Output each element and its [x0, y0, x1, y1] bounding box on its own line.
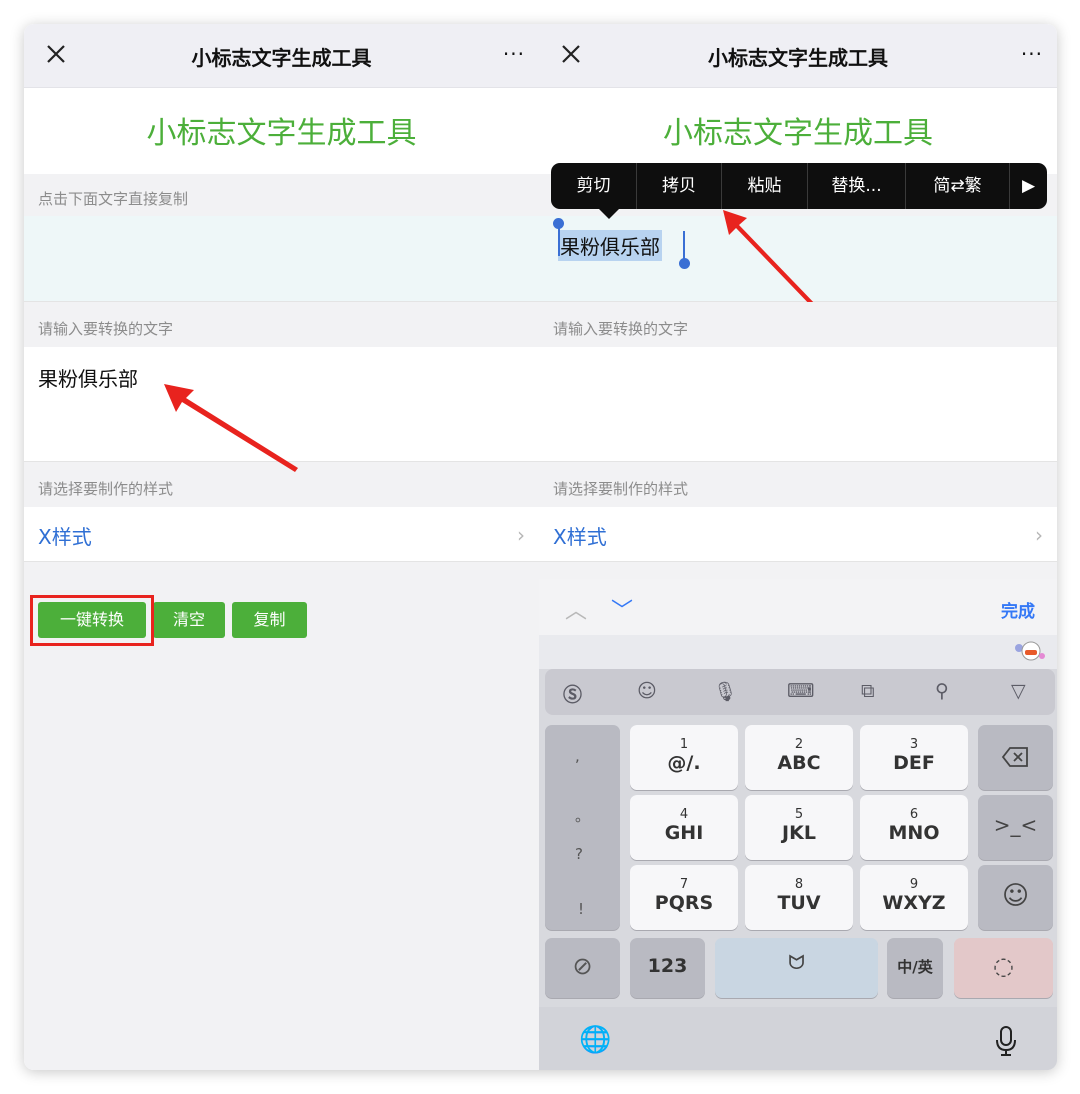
page-title: 小标志文字生成工具	[663, 116, 933, 151]
menu-item-copy[interactable]: 拷贝	[637, 163, 722, 209]
style-label-band: 请选择要制作的样式	[539, 462, 1057, 507]
punct-comma[interactable]: ,	[575, 747, 580, 765]
planet-icon: ⊘	[572, 952, 593, 980]
input-label: 请输入要转换的文字	[38, 320, 174, 338]
space-key[interactable]: ᗢ	[715, 938, 878, 998]
punct-question[interactable]: ?	[575, 845, 583, 863]
punct-exclamation[interactable]: !	[578, 900, 584, 918]
enter-key[interactable]: ◌	[954, 938, 1053, 998]
context-menu-pointer	[599, 209, 619, 219]
style-value: X样式	[553, 525, 607, 549]
menu-item-convert-chinese[interactable]: 简⇄繁	[906, 163, 1010, 209]
key-8[interactable]: 8 TUV	[745, 865, 853, 930]
highlight-box	[30, 595, 154, 646]
clear-button[interactable]: 清空	[153, 602, 225, 638]
key-5[interactable]: 5 JKL	[745, 795, 853, 860]
key-1[interactable]: 1 @/.	[630, 725, 738, 790]
translate-icon[interactable]: ⧉	[861, 680, 875, 702]
microphone-icon[interactable]: 🎙	[713, 680, 737, 703]
copy-hint-band: 点击下面文字直接复制	[24, 174, 539, 216]
sogou-logo-icon[interactable]: Ⓢ	[563, 680, 582, 707]
screenshot-frame: 小标志文字生成工具 ··· 小标志文字生成工具 点击下面文字直接复制 请输入要转…	[24, 24, 1057, 1070]
search-icon[interactable]: ⚲	[935, 680, 949, 702]
keyboard-bottom-bar: 🌐	[539, 1007, 1057, 1070]
context-menu: 剪切 拷贝 粘贴 替换... 简⇄繁 ▶	[551, 163, 1047, 209]
menu-more-arrow-icon[interactable]: ▶	[1010, 163, 1047, 209]
input-label-band: 请输入要转换的文字	[539, 302, 1057, 347]
selection-start-bar	[558, 226, 560, 256]
result-area[interactable]	[24, 216, 539, 302]
mascot-icon[interactable]	[1013, 639, 1047, 665]
menu-item-replace[interactable]: 替换...	[808, 163, 906, 209]
nav-title: 小标志文字生成工具	[191, 46, 372, 70]
chevron-right-icon: ›	[517, 523, 525, 547]
return-icon: ◌	[993, 952, 1014, 980]
key-4[interactable]: 4 GHI	[630, 795, 738, 860]
nav-title: 小标志文字生成工具	[708, 46, 888, 70]
input-value: 果粉俱乐部	[38, 367, 138, 391]
style-value: X样式	[38, 525, 92, 549]
keyboard-icon[interactable]: ⌨	[787, 680, 814, 702]
selection-end-bar	[683, 231, 685, 261]
key-9[interactable]: 9 WXYZ	[860, 865, 968, 930]
page-title: 小标志文字生成工具	[146, 116, 417, 151]
style-select[interactable]: X样式 ›	[24, 507, 539, 562]
microphone-icon[interactable]	[995, 1025, 1017, 1057]
keyboard: ︿ ﹀ 完成 Ⓢ ☺ 🎙 ⌨ ⧉ ⚲ ▽ , 。 ? ! 1 @/. 2 ABC…	[539, 579, 1057, 1070]
number-mode-key[interactable]: 123	[630, 938, 705, 998]
more-icon[interactable]: ···	[1021, 42, 1043, 66]
style-select[interactable]: X样式 ›	[539, 507, 1057, 562]
more-icon[interactable]: ···	[503, 42, 525, 66]
style-label: 请选择要制作的样式	[553, 480, 689, 498]
menu-item-paste[interactable]: 粘贴	[722, 163, 808, 209]
right-panel: 小标志文字生成工具 ··· 小标志文字生成工具 果粉俱乐部 剪切 拷贝 粘贴 替…	[539, 24, 1057, 1070]
cat-logo-icon: ᗢ	[788, 950, 805, 974]
input-label: 请输入要转换的文字	[553, 320, 689, 338]
delete-key[interactable]	[978, 725, 1053, 790]
selection-end-handle[interactable]	[679, 258, 690, 269]
lower-background	[539, 562, 1057, 579]
style-label: 请选择要制作的样式	[38, 480, 174, 498]
input-label-band: 请输入要转换的文字	[24, 302, 539, 347]
text-input[interactable]	[539, 347, 1057, 462]
key-2[interactable]: 2 ABC	[745, 725, 853, 790]
red-arrow-icon	[164, 384, 298, 472]
done-button[interactable]: 完成	[1001, 597, 1035, 622]
smile-icon: ☺	[1001, 881, 1030, 911]
candidate-bar	[539, 635, 1057, 669]
globe-icon[interactable]: 🌐	[579, 1025, 611, 1055]
key-6[interactable]: 6 MNO	[860, 795, 968, 860]
previous-field-icon[interactable]: ︿	[565, 593, 587, 625]
punct-period[interactable]: 。	[575, 805, 590, 826]
next-field-icon[interactable]: ﹀	[611, 593, 633, 625]
delete-icon	[1001, 747, 1028, 767]
copy-button[interactable]: 复制	[232, 602, 307, 638]
reset-face-icon: >_<	[993, 813, 1038, 837]
copy-hint-label: 点击下面文字直接复制	[38, 190, 189, 208]
reset-key[interactable]: >_<	[978, 795, 1053, 860]
red-arrow-icon	[723, 210, 818, 310]
menu-item-cut[interactable]: 剪切	[551, 163, 637, 209]
key-7[interactable]: 7 PQRS	[630, 865, 738, 930]
keyboard-icon-bar: Ⓢ ☺ 🎙 ⌨ ⧉ ⚲ ▽	[545, 669, 1055, 715]
nav-bar: 小标志文字生成工具 ···	[539, 24, 1057, 88]
nav-bar: 小标志文字生成工具 ···	[24, 24, 539, 88]
emoji-icon[interactable]: ☺	[637, 680, 657, 702]
globe-key[interactable]: ⊘	[545, 938, 620, 998]
emoji-key[interactable]: ☺	[978, 865, 1053, 930]
left-panel: 小标志文字生成工具 ··· 小标志文字生成工具 点击下面文字直接复制 请输入要转…	[24, 24, 539, 1070]
selected-result-text[interactable]: 果粉俱乐部	[558, 230, 662, 261]
chevron-right-icon: ›	[1035, 523, 1043, 547]
collapse-keyboard-icon[interactable]: ▽	[1011, 680, 1026, 702]
language-switch-key[interactable]: 中/英	[887, 938, 943, 998]
keyboard-toolbar: ︿ ﹀ 完成	[539, 579, 1057, 635]
key-3[interactable]: 3 DEF	[860, 725, 968, 790]
punctuation-column[interactable]: , 。 ? !	[545, 725, 620, 930]
